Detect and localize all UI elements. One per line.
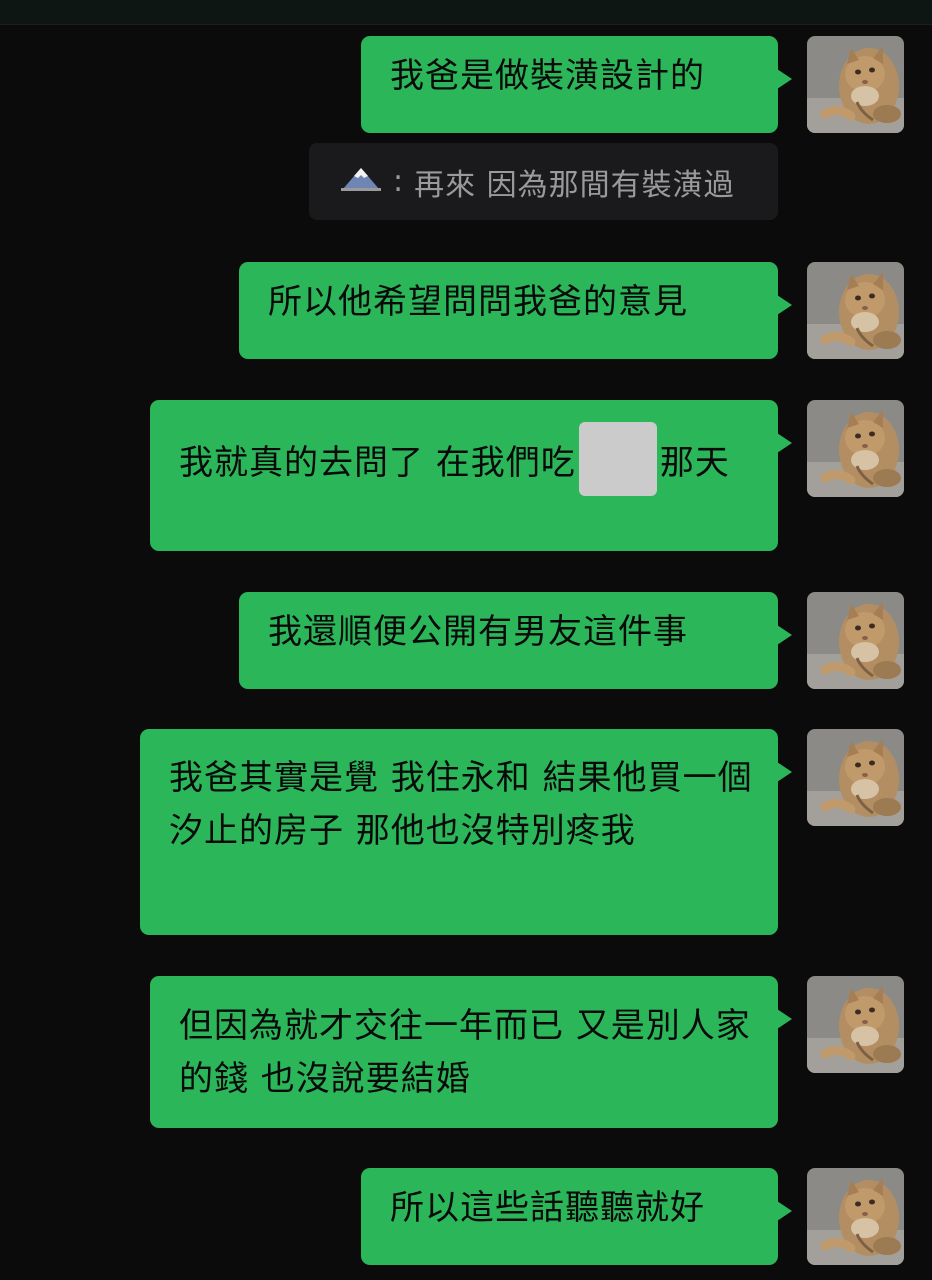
cat-avatar-icon xyxy=(807,400,904,497)
message-bubble[interactable]: 我就真的去問了 在我們吃 那天 xyxy=(150,400,792,551)
avatar[interactable] xyxy=(807,976,904,1073)
cat-avatar-icon xyxy=(807,729,904,826)
message-text: 我就真的去問了 在我們吃 那天 xyxy=(179,422,752,496)
message-bubble[interactable]: 我爸是做裝潢設計的 xyxy=(361,36,792,133)
reply-colon: : xyxy=(393,164,405,199)
cat-avatar-icon xyxy=(807,262,904,359)
message-text: 我爸是做裝潢設計的 xyxy=(390,56,705,96)
top-bar xyxy=(0,0,932,25)
message-text-part: 我就真的去問了 在我們吃 xyxy=(179,443,576,483)
cat-avatar-icon xyxy=(807,592,904,689)
cat-avatar-icon xyxy=(807,36,904,133)
avatar[interactable] xyxy=(807,262,904,359)
censored-block xyxy=(578,422,657,496)
reply-text: 再來 因為那間有裝潢過 xyxy=(414,167,735,203)
avatar[interactable] xyxy=(807,729,904,826)
avatar[interactable] xyxy=(807,592,904,689)
cat-avatar-icon xyxy=(807,1168,904,1265)
message-bubble[interactable]: 所以他希望問問我爸的意見 xyxy=(239,262,792,359)
message-text: 但因為就才交往一年而已 又是別人家的錢 也沒說要結婚 xyxy=(179,1006,751,1099)
cat-avatar-icon xyxy=(807,976,904,1073)
mountain-icon xyxy=(341,164,381,199)
message-bubble[interactable]: 所以這些話聽聽就好 xyxy=(361,1168,792,1265)
message-text: 我還順便公開有男友這件事 xyxy=(268,612,688,652)
message-text: 所以他希望問問我爸的意見 xyxy=(268,282,688,322)
message-text-part: 那天 xyxy=(659,443,730,483)
message-bubble[interactable]: 我還順便公開有男友這件事 xyxy=(239,592,792,689)
message-text: 所以這些話聽聽就好 xyxy=(390,1188,705,1228)
avatar[interactable] xyxy=(807,400,904,497)
message-bubble[interactable]: 我爸其實是覺 我住永和 結果他買一個汐止的房子 那他也沒特別疼我 xyxy=(140,729,792,935)
message-text: 我爸其實是覺 我住永和 結果他買一個汐止的房子 那他也沒特別疼我 xyxy=(169,758,753,851)
avatar[interactable] xyxy=(807,1168,904,1265)
avatar[interactable] xyxy=(807,36,904,133)
message-bubble[interactable]: 但因為就才交往一年而已 又是別人家的錢 也沒說要結婚 xyxy=(150,976,792,1128)
reply-quote[interactable]: : 再來 因為那間有裝潢過 xyxy=(309,143,778,220)
